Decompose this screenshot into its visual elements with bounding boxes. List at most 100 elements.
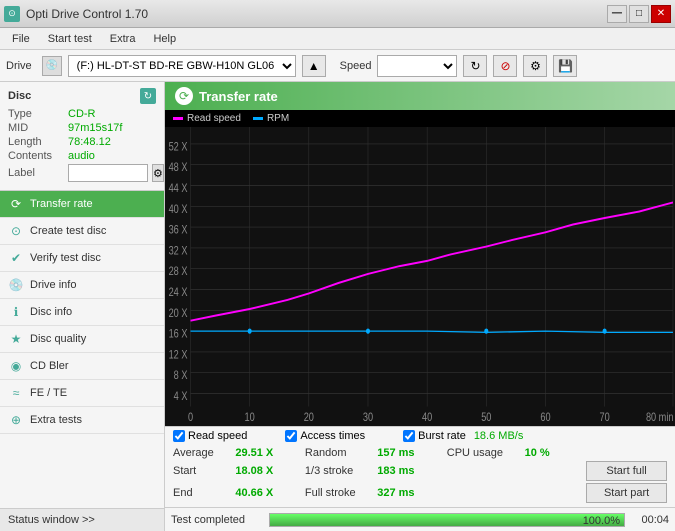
drive-select[interactable]: (F:) HL-DT-ST BD-RE GBW-H10N GL06	[68, 55, 296, 77]
menu-extra[interactable]: Extra	[102, 31, 144, 47]
chart-header: ⟳ Transfer rate	[165, 82, 675, 110]
svg-text:30: 30	[363, 411, 373, 424]
access-times-checkbox[interactable]	[285, 430, 297, 442]
progress-bar-area: Test completed 100.0% 00:04	[165, 507, 675, 531]
refresh-speed-button[interactable]: ↻	[463, 55, 487, 77]
speed-select[interactable]	[377, 55, 457, 77]
maximize-button[interactable]: □	[629, 5, 649, 23]
sidebar-item-cd-bler[interactable]: ◉ CD Bler	[0, 353, 164, 380]
drive-label: Drive	[6, 60, 32, 72]
chart-legend: Read speed RPM	[165, 110, 675, 127]
start-label: Start	[173, 465, 227, 477]
read-speed-checkbox-item[interactable]: Read speed	[173, 430, 247, 442]
svg-text:0: 0	[188, 411, 193, 424]
disc-label-input[interactable]	[68, 164, 148, 182]
chart-title: Transfer rate	[199, 89, 278, 104]
svg-text:32 X: 32 X	[169, 244, 188, 257]
disc-info-icon: ℹ	[8, 304, 24, 320]
svg-text:4 X: 4 X	[174, 390, 188, 403]
svg-text:44 X: 44 X	[169, 182, 188, 195]
svg-text:52 X: 52 X	[169, 140, 188, 153]
read-speed-checkbox[interactable]	[173, 430, 185, 442]
titlebar-left: ⊙ Opti Drive Control 1.70	[4, 6, 148, 22]
burst-rate-checkbox[interactable]	[403, 430, 415, 442]
drive-info-label: Drive info	[30, 279, 76, 291]
progress-bar-fill	[270, 514, 624, 526]
disc-type-value: CD-R	[68, 108, 96, 120]
drive-icon: 💿	[42, 56, 62, 76]
close-button[interactable]: ✕	[651, 5, 671, 23]
burst-rate-checkbox-label: Burst rate	[418, 430, 466, 442]
disc-info-label: Disc info	[30, 306, 72, 318]
speed-label: Speed	[340, 60, 372, 72]
cd-bler-label: CD Bler	[30, 360, 69, 372]
fe-te-icon: ≈	[8, 385, 24, 401]
sidebar-item-create-test-disc[interactable]: ⊙ Create test disc	[0, 218, 164, 245]
disc-label-label: Label	[8, 167, 64, 179]
disc-refresh-button[interactable]: ↻	[140, 88, 156, 104]
menubar: File Start test Extra Help	[0, 28, 675, 50]
svg-text:28 X: 28 X	[169, 265, 188, 278]
cpu-label: CPU usage	[447, 447, 517, 459]
svg-text:48 X: 48 X	[169, 161, 188, 174]
fe-te-label: FE / TE	[30, 387, 67, 399]
tools-button[interactable]: ⚙	[523, 55, 547, 77]
disc-header: Disc ↻	[8, 88, 156, 104]
eject-button[interactable]: ▲	[302, 55, 326, 77]
sidebar-item-fe-te[interactable]: ≈ FE / TE	[0, 380, 164, 407]
svg-text:60: 60	[540, 411, 550, 424]
legend-read-speed: Read speed	[173, 113, 241, 124]
create-test-disc-icon: ⊙	[8, 223, 24, 239]
end-value: 40.66 X	[235, 487, 289, 499]
main-layout: Disc ↻ Type CD-R MID 97m15s17f Length 78…	[0, 82, 675, 531]
app-icon: ⊙	[4, 6, 20, 22]
start-part-button[interactable]: Start part	[586, 483, 667, 503]
random-value: 157 ms	[377, 447, 431, 459]
disc-type-label: Type	[8, 108, 64, 120]
svg-text:50: 50	[481, 411, 491, 424]
legend-read-speed-label: Read speed	[187, 113, 241, 124]
start-full-button[interactable]: Start full	[586, 461, 667, 481]
sidebar-item-verify-test-disc[interactable]: ✔ Verify test disc	[0, 245, 164, 272]
menu-help[interactable]: Help	[145, 31, 184, 47]
menu-file[interactable]: File	[4, 31, 38, 47]
disc-length-value: 78:48.12	[68, 136, 111, 148]
stroke1-3-value: 183 ms	[377, 465, 431, 477]
status-window-button[interactable]: Status window >>	[0, 508, 164, 531]
progress-percent-text: 100.0%	[583, 514, 620, 528]
svg-text:40 X: 40 X	[169, 203, 188, 216]
transfer-rate-label: Transfer rate	[30, 198, 93, 210]
cpu-value: 10 %	[525, 447, 579, 459]
chart-area: 52 X 48 X 44 X 40 X 36 X 32 X 28 X 24 X …	[165, 127, 675, 426]
titlebar-buttons: ─ □ ✕	[607, 5, 671, 23]
titlebar: ⊙ Opti Drive Control 1.70 ─ □ ✕	[0, 0, 675, 28]
svg-text:16 X: 16 X	[169, 328, 188, 341]
access-times-checkbox-item[interactable]: Access times	[285, 430, 365, 442]
disc-info-panel: Disc ↻ Type CD-R MID 97m15s17f Length 78…	[0, 82, 164, 191]
minimize-button[interactable]: ─	[607, 5, 627, 23]
chart-header-icon: ⟳	[175, 87, 193, 105]
svg-text:24 X: 24 X	[169, 286, 188, 299]
save-button[interactable]: 💾	[553, 55, 577, 77]
sidebar-item-disc-info[interactable]: ℹ Disc info	[0, 299, 164, 326]
timer-text: 00:04	[633, 514, 669, 526]
content-area: ⟳ Transfer rate Read speed RPM 52 X 48 X…	[165, 82, 675, 531]
clean-button[interactable]: ⊘	[493, 55, 517, 77]
menu-start-test[interactable]: Start test	[40, 31, 100, 47]
nav-items: ⟳ Transfer rate ⊙ Create test disc ✔ Ver…	[0, 191, 164, 434]
status-window-label: Status window >>	[8, 514, 95, 526]
verify-test-disc-label: Verify test disc	[30, 252, 101, 264]
disc-quality-icon: ★	[8, 331, 24, 347]
full-stroke-label: Full stroke	[305, 487, 369, 499]
chart-svg: 52 X 48 X 44 X 40 X 36 X 32 X 28 X 24 X …	[165, 127, 675, 426]
stats-checkboxes-bar: Read speed Access times Burst rate 18.6 …	[165, 426, 675, 445]
legend-read-speed-dot	[173, 117, 183, 120]
label-gear-button[interactable]: ⚙	[152, 164, 164, 182]
sidebar-item-drive-info[interactable]: 💿 Drive info	[0, 272, 164, 299]
sidebar-item-extra-tests[interactable]: ⊕ Extra tests	[0, 407, 164, 434]
burst-rate-checkbox-item[interactable]: Burst rate	[403, 430, 466, 442]
transfer-rate-icon: ⟳	[8, 196, 24, 212]
sidebar-item-transfer-rate[interactable]: ⟳ Transfer rate	[0, 191, 164, 218]
sidebar-item-disc-quality[interactable]: ★ Disc quality	[0, 326, 164, 353]
svg-text:20: 20	[304, 411, 314, 424]
